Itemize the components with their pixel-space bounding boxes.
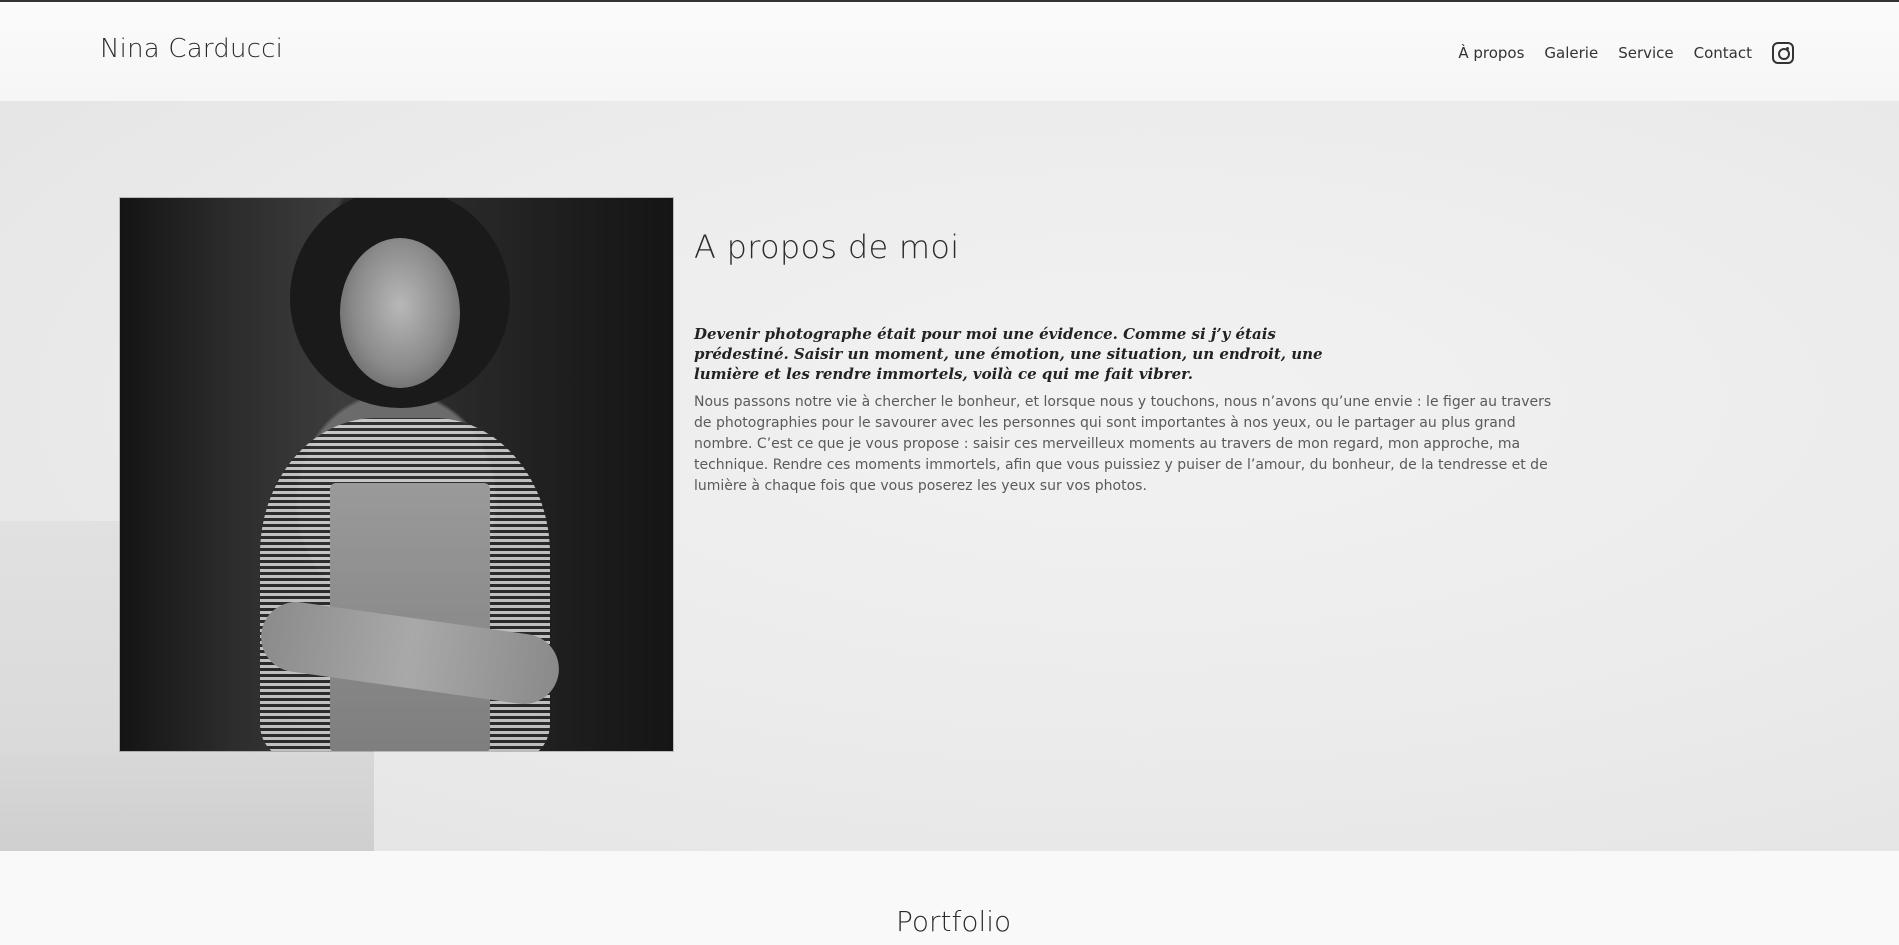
about-title: A propos de moi xyxy=(694,228,960,266)
about-lead: Devenir photographe était pour moi une é… xyxy=(694,325,1323,383)
about-body: Nous passons notre vie à chercher le bon… xyxy=(694,394,1552,494)
nav-item-contact[interactable]: Contact xyxy=(1694,44,1752,62)
main-nav: À propos Galerie Service Contact xyxy=(1458,42,1794,64)
portfolio-title: Portfolio xyxy=(896,905,1012,938)
about-section: A propos de moi Devenir photographe étai… xyxy=(0,101,1899,851)
nav-item-a-propos[interactable]: À propos xyxy=(1458,44,1524,62)
portrait-face xyxy=(340,238,460,388)
nav-item-galerie[interactable]: Galerie xyxy=(1544,44,1598,62)
decorative-block-bottom xyxy=(0,751,374,851)
site-brand[interactable]: Nina Carducci xyxy=(100,34,283,64)
about-content: A propos de moi Devenir photographe étai… xyxy=(694,228,1564,497)
nav-item-service[interactable]: Service xyxy=(1618,44,1673,62)
portfolio-section: Portfolio xyxy=(0,851,1899,945)
instagram-icon[interactable] xyxy=(1772,42,1794,64)
site-header: Nina Carducci À propos Galerie Service C… xyxy=(0,2,1899,101)
portrait-photo xyxy=(120,198,673,751)
